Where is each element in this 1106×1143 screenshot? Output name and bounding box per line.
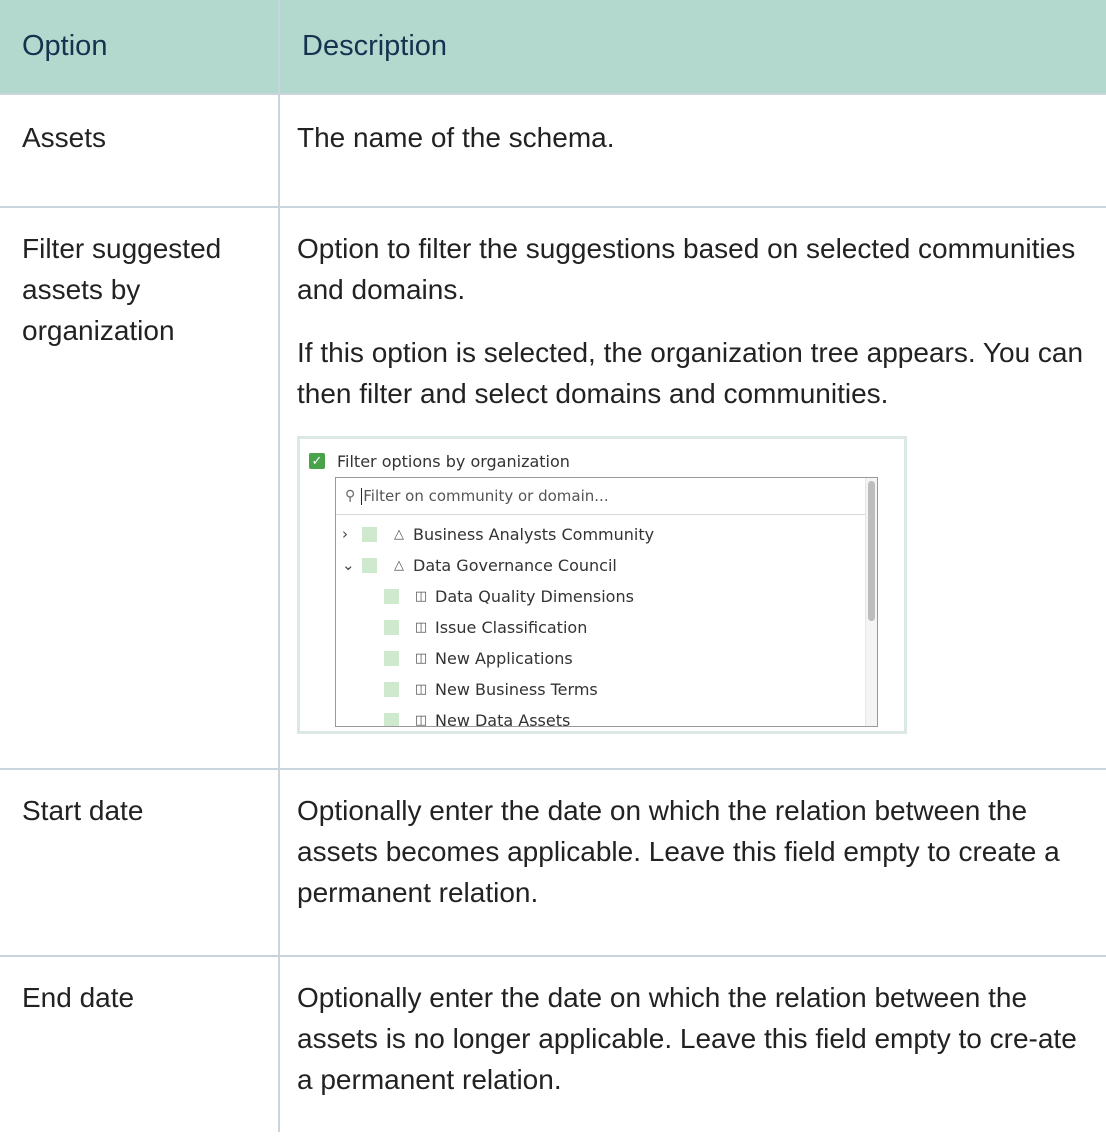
tree-node-label: New Data Assets (435, 711, 571, 727)
tree-node-checkbox[interactable] (384, 651, 399, 666)
tree-node-checkbox[interactable] (362, 527, 377, 542)
search-placeholder: Filter on community or domain... (363, 486, 609, 505)
options-table: Option Description Assets The name of th… (0, 0, 1106, 1132)
header-description: Description (278, 0, 1106, 95)
header-option: Option (0, 0, 280, 95)
option-name: Start date (0, 768, 280, 957)
tree-node-checkbox[interactable] (362, 558, 377, 573)
search-icon: ⚲ (345, 487, 356, 504)
tree-node-checkbox[interactable] (384, 713, 399, 726)
option-description: The name of the schema. (278, 93, 1106, 208)
table-row: End date Optionally enter the date on wh… (0, 955, 1106, 1132)
description-paragraph: Option to filter the suggestions based o… (297, 233, 1076, 305)
filter-option-row[interactable]: ✓ Filter options by organization (309, 447, 570, 475)
description-paragraph: The name of the schema. (297, 122, 615, 153)
tree-node-checkbox[interactable] (384, 620, 399, 635)
checkbox-checked-icon[interactable]: ✓ (309, 453, 325, 469)
option-description: Optionally enter the date on which the r… (278, 768, 1106, 957)
checkbox-label: Filter options by organization (337, 451, 570, 471)
tree-search-input[interactable]: ⚲ Filter on community or domain... (336, 478, 877, 515)
description-paragraph: If this option is selected, the organiza… (297, 337, 1084, 409)
domain-icon: ◫ (414, 713, 428, 727)
table-row: Filter suggested assets by organization … (0, 206, 1106, 770)
tree-node-checkbox[interactable] (384, 682, 399, 697)
option-name: End date (0, 955, 280, 1132)
description-paragraph: Optionally enter the date on which the r… (297, 795, 1060, 908)
chevron-down-icon[interactable]: ⌄ (342, 545, 362, 586)
tree-node-checkbox[interactable] (384, 589, 399, 604)
scrollbar-thumb[interactable] (868, 481, 875, 621)
organization-tree: ⚲ Filter on community or domain... › △ B… (335, 477, 878, 727)
tree-scrollbar[interactable] (865, 478, 877, 726)
table-row: Assets The name of the schema. (0, 93, 1106, 208)
option-description: Optionally enter the date on which the r… (278, 955, 1106, 1132)
text-caret (361, 487, 363, 505)
option-name: Assets (0, 93, 280, 208)
table-row: Start date Optionally enter the date on … (0, 768, 1106, 957)
organization-filter-screenshot: ✓ Filter options by organization ⚲ Filte… (297, 436, 907, 734)
header-row: Option Description (0, 0, 1106, 95)
tree-node-domain[interactable]: ◫ New Data Assets (336, 705, 877, 726)
description-paragraph: Optionally enter the date on which the r… (297, 982, 1077, 1095)
option-name: Filter suggested assets by organization (0, 206, 280, 770)
community-icon: △ (394, 558, 404, 573)
tree-list: › △ Business Analysts Community ⌄ △ Data… (336, 515, 877, 726)
option-description: Option to filter the suggestions based o… (278, 206, 1106, 770)
